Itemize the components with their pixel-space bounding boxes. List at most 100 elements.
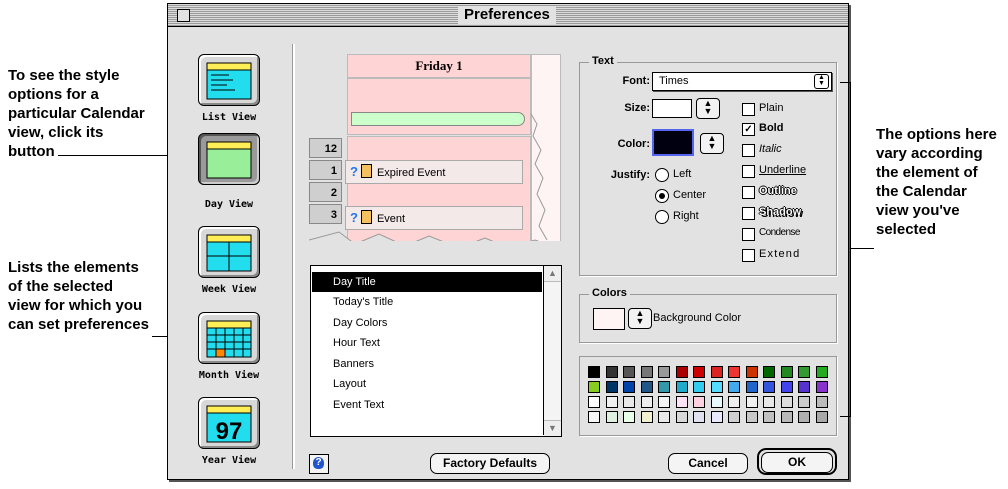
palette-swatch[interactable]: [763, 396, 775, 408]
callout-line: selected: [876, 221, 937, 238]
palette-swatch[interactable]: [710, 366, 723, 378]
palette-swatch[interactable]: [623, 366, 635, 378]
palette-swatch[interactable]: [640, 411, 653, 423]
palette-swatch[interactable]: [675, 366, 688, 378]
palette-swatch[interactable]: [675, 381, 688, 393]
title-bar[interactable]: Preferences: [168, 4, 848, 27]
palette-swatch[interactable]: [763, 381, 775, 393]
palette-swatch[interactable]: [763, 411, 775, 423]
justify-center-radio[interactable]: [655, 189, 669, 203]
palette-swatch[interactable]: [693, 411, 705, 423]
palette-swatch[interactable]: [710, 411, 723, 423]
palette-swatch[interactable]: [675, 411, 688, 423]
palette-swatch[interactable]: [640, 366, 653, 378]
palette-swatch[interactable]: [658, 396, 670, 408]
italic-checkbox[interactable]: [742, 144, 755, 157]
list-item[interactable]: Today's Title: [312, 292, 542, 312]
palette-swatch[interactable]: [605, 411, 618, 423]
palette-swatch[interactable]: [745, 396, 758, 408]
palette-swatch[interactable]: [693, 396, 705, 408]
palette-swatch[interactable]: [605, 366, 618, 378]
list-item[interactable]: Hour Text: [312, 333, 542, 353]
bold-checkbox[interactable]: ✓: [742, 123, 755, 136]
palette-swatch[interactable]: [815, 381, 828, 393]
palette-swatch[interactable]: [745, 411, 758, 423]
background-color-swatch[interactable]: [593, 308, 625, 330]
palette-swatch[interactable]: [623, 381, 635, 393]
palette-swatch[interactable]: [623, 396, 635, 408]
elements-list[interactable]: Day Title Today's Title Day Colors Hour …: [310, 265, 562, 437]
size-stepper[interactable]: ▲ ▼: [696, 98, 720, 119]
list-item[interactable]: Banners: [312, 354, 542, 374]
list-item[interactable]: Layout: [312, 374, 542, 394]
plain-checkbox[interactable]: [742, 103, 755, 116]
palette-swatch[interactable]: [745, 381, 758, 393]
palette-swatch[interactable]: [605, 381, 618, 393]
shadow-checkbox[interactable]: [742, 207, 755, 220]
palette-swatch[interactable]: [815, 411, 828, 423]
palette-swatch[interactable]: [798, 381, 810, 393]
palette-swatch[interactable]: [605, 396, 618, 408]
palette-swatch[interactable]: [588, 411, 600, 423]
palette-swatch[interactable]: [588, 366, 600, 378]
cancel-button[interactable]: Cancel: [668, 453, 748, 474]
palette-swatch[interactable]: [798, 411, 810, 423]
list-item[interactable]: Event Text: [312, 395, 542, 415]
palette-swatch[interactable]: [623, 411, 635, 423]
palette-swatch[interactable]: [728, 411, 740, 423]
background-color-stepper[interactable]: ▲ ▼: [628, 308, 652, 329]
list-scrollbar[interactable]: ▲ ▼: [543, 266, 561, 436]
palette-swatch[interactable]: [658, 411, 670, 423]
close-box[interactable]: [177, 9, 190, 22]
stepper-arrows-icon: ▲ ▼: [635, 308, 645, 326]
palette-swatch[interactable]: [815, 396, 828, 408]
palette-swatch[interactable]: [780, 396, 793, 408]
palette-swatch[interactable]: [763, 366, 775, 378]
day-view-preview[interactable]: Friday 1 12 1 2 3 ? Expired Event ? Event: [309, 54, 563, 250]
palette-swatch[interactable]: [745, 366, 758, 378]
palette-swatch[interactable]: [675, 396, 688, 408]
palette-swatch[interactable]: [693, 381, 705, 393]
palette-swatch[interactable]: [728, 396, 740, 408]
condense-checkbox[interactable]: [742, 228, 755, 241]
palette-swatch[interactable]: [798, 366, 810, 378]
color-stepper[interactable]: ▲ ▼: [700, 133, 724, 154]
palette-swatch[interactable]: [710, 381, 723, 393]
list-item[interactable]: Day Colors: [312, 313, 542, 333]
justify-right-radio[interactable]: [655, 210, 669, 224]
help-button[interactable]: ?: [309, 454, 329, 474]
week-view-button[interactable]: [198, 226, 260, 278]
palette-swatch[interactable]: [640, 381, 653, 393]
palette-swatch[interactable]: [728, 366, 740, 378]
font-popup[interactable]: Times ▲ ▼: [652, 72, 832, 91]
palette-swatch[interactable]: [815, 366, 828, 378]
justify-left-radio[interactable]: [655, 168, 669, 182]
palette-swatch[interactable]: [728, 381, 740, 393]
ok-button[interactable]: OK: [761, 452, 833, 473]
list-view-button[interactable]: [198, 54, 260, 106]
year-view-button[interactable]: 97: [198, 397, 260, 449]
text-color-swatch[interactable]: [652, 129, 694, 156]
month-view-button[interactable]: [198, 312, 260, 364]
outline-checkbox[interactable]: [742, 186, 755, 199]
size-field[interactable]: [652, 99, 692, 118]
palette-swatch[interactable]: [710, 396, 723, 408]
palette-swatch[interactable]: [658, 366, 670, 378]
palette-swatch[interactable]: [658, 381, 670, 393]
palette-swatch[interactable]: [798, 396, 810, 408]
palette-swatch[interactable]: [780, 411, 793, 423]
extend-checkbox[interactable]: [742, 249, 755, 262]
palette-swatch[interactable]: [780, 381, 793, 393]
list-item[interactable]: Day Title: [312, 272, 542, 292]
scroll-up-arrow-icon[interactable]: ▲: [544, 266, 561, 282]
palette-swatch[interactable]: [693, 366, 705, 378]
palette-swatch[interactable]: [588, 396, 600, 408]
palette-swatch[interactable]: [640, 396, 653, 408]
palette-swatch[interactable]: [588, 381, 600, 393]
factory-defaults-button[interactable]: Factory Defaults: [430, 453, 550, 474]
callout-leader-line: [850, 82, 851, 417]
day-view-button[interactable]: [198, 133, 260, 185]
underline-checkbox[interactable]: [742, 165, 755, 178]
palette-swatch[interactable]: [780, 366, 793, 378]
scroll-down-arrow-icon[interactable]: ▼: [544, 420, 561, 436]
